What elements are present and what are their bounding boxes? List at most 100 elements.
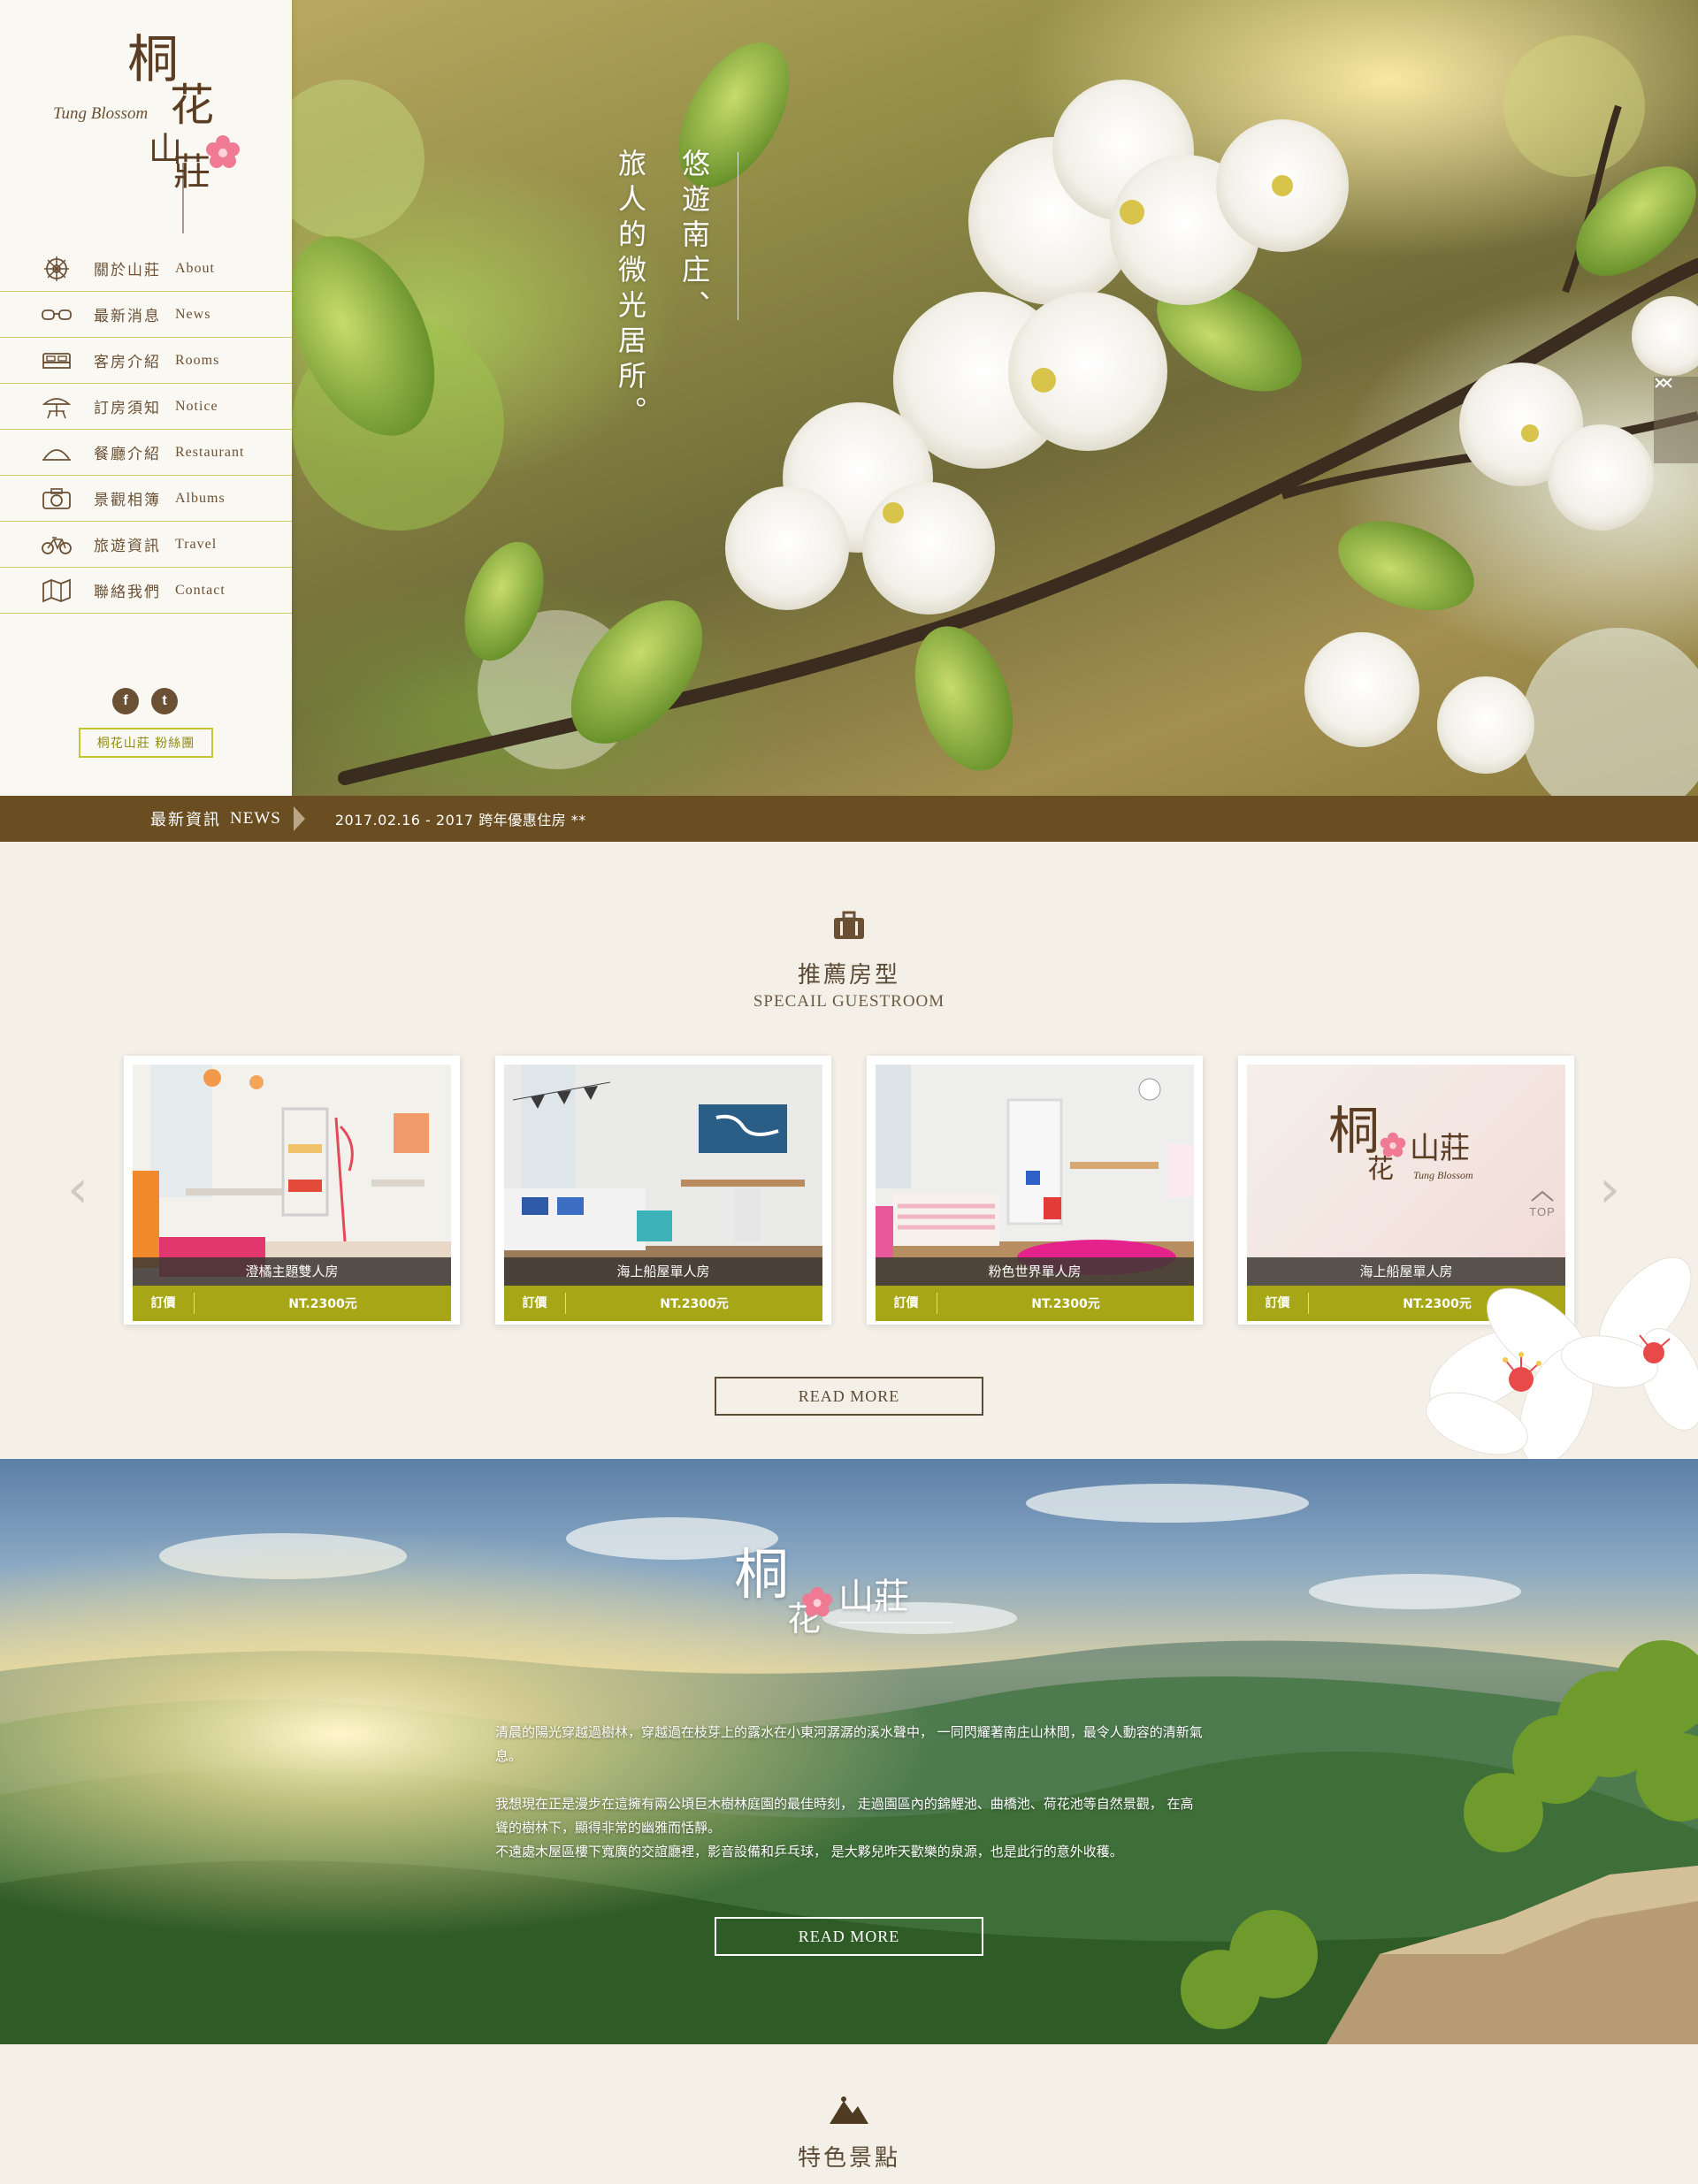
room-price-bar: 訂價 NT.2300元 bbox=[876, 1286, 1194, 1321]
news-ticker: 最新資訊 NEWS 2017.02.16 - 2017 跨年優惠住房 ** bbox=[0, 796, 1698, 842]
nav-label-zh: 餐廳介紹 bbox=[94, 446, 161, 463]
landscape-logo-char-1: 桐 bbox=[734, 1542, 790, 1607]
nav-label-en: About bbox=[175, 260, 215, 276]
nav-label-en: Albums bbox=[175, 490, 226, 506]
landscape-banner: 桐 花 山莊 清晨的陽光穿越過樹林，穿越過在枝芽上的露水在小東河潺潺的溪水聲中，… bbox=[0, 1459, 1698, 2044]
main-nav: 關於山莊 About 最新消息 News 客房介紹 Rooms 訂房須知 Not… bbox=[0, 246, 292, 614]
room-card[interactable]: 海上船屋單人房 訂價 NT.2300元 bbox=[495, 1056, 831, 1325]
guestroom-subtitle: SPECAIL GUESTROOM bbox=[753, 992, 945, 1011]
placeholder-logo-char-1: 桐 bbox=[1328, 1101, 1381, 1161]
room-photo: 粉色世界單人房 bbox=[876, 1065, 1194, 1286]
landscape-paragraph-2: 我想現在正是漫步在這擁有兩公頃巨木樹林庭園的最佳時刻， 走過園區內的錦鯉池、曲橋… bbox=[495, 1792, 1203, 1864]
news-label: 最新資訊 bbox=[150, 811, 221, 829]
logo-line bbox=[182, 163, 184, 233]
landscape-paragraph-2-line-2: 不遠處木屋區樓下寬廣的交誼廳裡，影音設備和乒乓球， 是大夥兒昨天歡樂的泉源，也是… bbox=[495, 1844, 1123, 1859]
nav-item-albums[interactable]: 景觀相簿 Albums bbox=[0, 476, 292, 522]
landscape-logo: 桐 花 山莊 bbox=[734, 1547, 964, 1636]
facebook-icon[interactable]: f bbox=[112, 688, 139, 714]
logo-english: Tung Blossom bbox=[53, 104, 149, 123]
nav-item-contact[interactable]: 聯絡我們 Contact bbox=[0, 568, 292, 614]
nav-label-zh: 聯絡我們 bbox=[94, 584, 161, 601]
room-card[interactable]: 澄橘主題雙人房 訂價 NT.2300元 bbox=[124, 1056, 460, 1325]
placeholder-logo: 桐 花 山莊 Tung Blossom bbox=[1328, 1105, 1496, 1203]
guestroom-title: 推薦房型 bbox=[797, 962, 900, 989]
room-book-label[interactable]: 訂價 bbox=[504, 1293, 566, 1314]
placeholder-logo-char-3: 山莊 bbox=[1410, 1131, 1470, 1166]
room-photo: 海上船屋單人房 bbox=[504, 1065, 822, 1286]
room-book-label[interactable]: 訂價 bbox=[133, 1293, 195, 1314]
hero-banner: 悠遊南庄、 旅人的微光居所。 bbox=[292, 0, 1698, 796]
logo-char-1: 桐 bbox=[127, 29, 180, 89]
nav-label-zh: 旅遊資訊 bbox=[94, 538, 161, 555]
room-price: NT.2300元 bbox=[1031, 1297, 1100, 1311]
room-carousel: 澄橘主題雙人房 訂價 NT.2300元 海上船屋單人房 訂價 NT.2300元 … bbox=[124, 1056, 1574, 1325]
room-price-bar: 訂價 NT.2300元 bbox=[133, 1286, 451, 1321]
arrow-right-icon bbox=[293, 806, 305, 831]
news-headline[interactable]: 2017.02.16 - 2017 跨年優惠住房 ** bbox=[335, 808, 586, 829]
dharma-wheel-icon bbox=[41, 256, 73, 282]
landscape-paragraph-2-line-1: 我想現在正是漫步在這擁有兩公頃巨木樹林庭園的最佳時刻， 走過園區內的錦鯉池、曲橋… bbox=[495, 1796, 1194, 1836]
room-card[interactable]: 粉色世界單人房 訂價 NT.2300元 bbox=[867, 1056, 1203, 1325]
mountain-icon bbox=[828, 2096, 870, 2130]
room-name: 海上船屋單人房 bbox=[504, 1257, 822, 1286]
social-links: f t bbox=[112, 688, 178, 714]
carousel-prev-button[interactable]: ‹ bbox=[67, 1158, 88, 1220]
back-to-top-button[interactable]: TOP bbox=[1525, 1190, 1560, 1231]
placeholder-logo-english: Tung Blossom bbox=[1413, 1169, 1473, 1181]
bed-icon bbox=[41, 347, 73, 374]
site-logo[interactable]: 桐 花 山 莊 Tung Blossom bbox=[50, 29, 253, 233]
landscape-paragraph-1: 清晨的陽光穿越過樹林，穿越過在枝芽上的露水在小東河潺潺的溪水聲中， 一同閃耀著南… bbox=[495, 1724, 1203, 1764]
nav-label-zh: 客房介紹 bbox=[94, 354, 161, 371]
room-price: NT.2300元 bbox=[288, 1297, 357, 1311]
landscape-description: 清晨的陽光穿越過樹林，穿越過在枝芽上的露水在小東河潺潺的溪水聲中， 一同閃耀著南… bbox=[495, 1721, 1203, 1864]
nav-item-rooms[interactable]: 客房介紹 Rooms bbox=[0, 338, 292, 384]
nav-item-restaurant[interactable]: 餐廳介紹 Restaurant bbox=[0, 430, 292, 476]
nav-label-en: News bbox=[175, 306, 211, 322]
hero-tagline-line2: 旅人的微光居所。 bbox=[614, 149, 647, 431]
nav-item-travel[interactable]: 旅遊資訊 Travel bbox=[0, 522, 292, 568]
bicycle-icon bbox=[41, 531, 73, 558]
suitcase-icon bbox=[832, 911, 866, 945]
dome-icon bbox=[41, 439, 73, 466]
landscape-logo-char-3: 山莊 bbox=[838, 1577, 909, 1617]
room-price-bar: 訂價 NT.2300元 bbox=[504, 1286, 822, 1321]
nav-item-news[interactable]: 最新消息 News bbox=[0, 292, 292, 338]
twitter-icon[interactable]: t bbox=[151, 688, 178, 714]
placeholder-logo-char-2: 花 bbox=[1367, 1154, 1394, 1185]
room-book-label[interactable]: 訂價 bbox=[876, 1293, 937, 1314]
landscape-logo-line bbox=[838, 1622, 953, 1623]
sakura-icon bbox=[801, 1586, 833, 1617]
nav-label-zh: 訂房須知 bbox=[94, 400, 161, 417]
hero-tagline: 悠遊南庄、 旅人的微光居所。 bbox=[610, 149, 738, 431]
nav-item-about[interactable]: 關於山莊 About bbox=[0, 246, 292, 292]
nav-label-en: Restaurant bbox=[175, 444, 245, 460]
camera-icon bbox=[41, 485, 73, 512]
chevron-up-icon bbox=[1531, 1190, 1554, 1202]
nav-label-zh: 景觀相簿 bbox=[94, 492, 161, 509]
scroll-down-button[interactable] bbox=[1654, 377, 1698, 463]
nav-item-notice[interactable]: 訂房須知 Notice bbox=[0, 384, 292, 430]
nav-label-en: Notice bbox=[175, 398, 218, 414]
room-price: NT.2300元 bbox=[660, 1297, 729, 1311]
room-book-label[interactable]: 訂價 bbox=[1247, 1293, 1309, 1314]
landscape-read-more-button[interactable]: READ MORE bbox=[715, 1917, 983, 1956]
room-photo: 澄橘主題雙人房 bbox=[133, 1065, 451, 1286]
news-label-en: NEWS bbox=[230, 809, 281, 828]
sakura-icon bbox=[1380, 1132, 1406, 1157]
top-label: TOP bbox=[1529, 1205, 1556, 1218]
map-icon bbox=[41, 577, 73, 604]
room-name: 粉色世界單人房 bbox=[876, 1257, 1194, 1286]
logo-char-2: 花 bbox=[170, 80, 214, 131]
nav-label-en: Rooms bbox=[175, 352, 220, 368]
attractions-title: 特色景點 bbox=[797, 2145, 900, 2172]
nav-label-zh: 最新消息 bbox=[94, 308, 161, 325]
hero-tagline-line1: 悠遊南庄、 bbox=[677, 149, 711, 325]
umbrella-table-icon bbox=[41, 393, 73, 420]
nav-label-zh: 關於山莊 bbox=[94, 262, 161, 279]
glasses-icon bbox=[41, 302, 73, 328]
nav-label-en: Travel bbox=[175, 536, 218, 552]
fanpage-button[interactable]: 桐花山莊 粉絲團 bbox=[79, 728, 213, 758]
room-name: 澄橘主題雙人房 bbox=[133, 1257, 451, 1286]
sidebar: 桐 花 山 莊 Tung Blossom 關於山莊 About 最新消息 New… bbox=[0, 0, 292, 796]
guestroom-read-more-button[interactable]: READ MORE bbox=[715, 1377, 983, 1416]
